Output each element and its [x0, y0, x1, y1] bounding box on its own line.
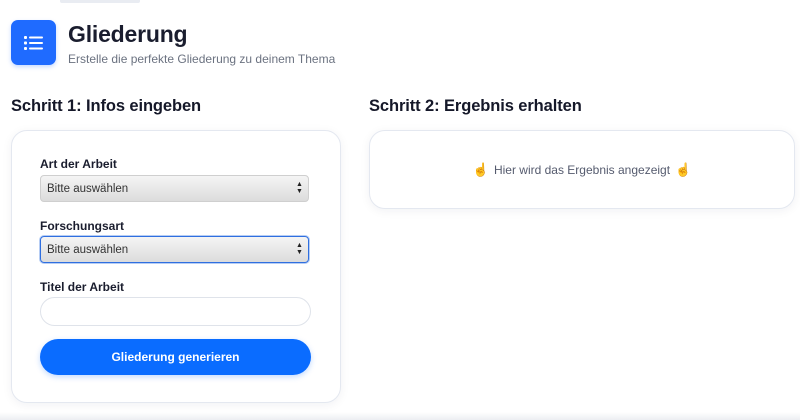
input-form-card: Art der Arbeit Bitte auswählen ▲ ▼ Forsch… — [11, 130, 341, 403]
art-der-arbeit-value: Bitte auswählen — [47, 182, 129, 195]
select-caret-icon: ▲ ▼ — [296, 181, 303, 195]
generate-outline-button[interactable]: Gliederung generieren — [40, 339, 311, 375]
result-placeholder-text: Hier wird das Ergebnis angezeigt — [493, 162, 671, 177]
forschungsart-select[interactable]: Bitte auswählen ▲ ▼ — [40, 236, 309, 263]
result-placeholder: ☝️ Hier wird das Ergebnis angezeigt ☝️ — [473, 162, 691, 178]
step2-heading: Schritt 2: Ergebnis erhalten — [369, 97, 582, 115]
art-der-arbeit-label: Art der Arbeit — [40, 157, 117, 171]
forschungsart-value: Bitte auswählen — [47, 243, 129, 256]
list-icon — [11, 20, 56, 65]
result-card: ☝️ Hier wird das Ergebnis angezeigt ☝️ — [369, 130, 795, 209]
forschungsart-label: Forschungsart — [40, 219, 125, 233]
top-edge-decoration — [60, 0, 140, 3]
titel-der-arbeit-input[interactable] — [40, 297, 311, 326]
pointing-hand-icon: ☝️ — [675, 161, 692, 177]
page-title: Gliederung — [68, 21, 188, 47]
app-header: Gliederung Erstelle die perfekte Glieder… — [11, 20, 335, 66]
step1-heading: Schritt 1: Infos eingeben — [11, 97, 202, 115]
select-caret-icon: ▲ ▼ — [296, 242, 303, 256]
art-der-arbeit-select[interactable]: Bitte auswählen ▲ ▼ — [40, 175, 309, 202]
bottom-edge-shadow — [0, 412, 800, 420]
pointing-hand-icon: ☝️ — [472, 161, 489, 177]
titel-der-arbeit-label: Titel der Arbeit — [40, 280, 125, 294]
page-subtitle: Erstelle die perfekte Gliederung zu dein… — [68, 52, 336, 66]
